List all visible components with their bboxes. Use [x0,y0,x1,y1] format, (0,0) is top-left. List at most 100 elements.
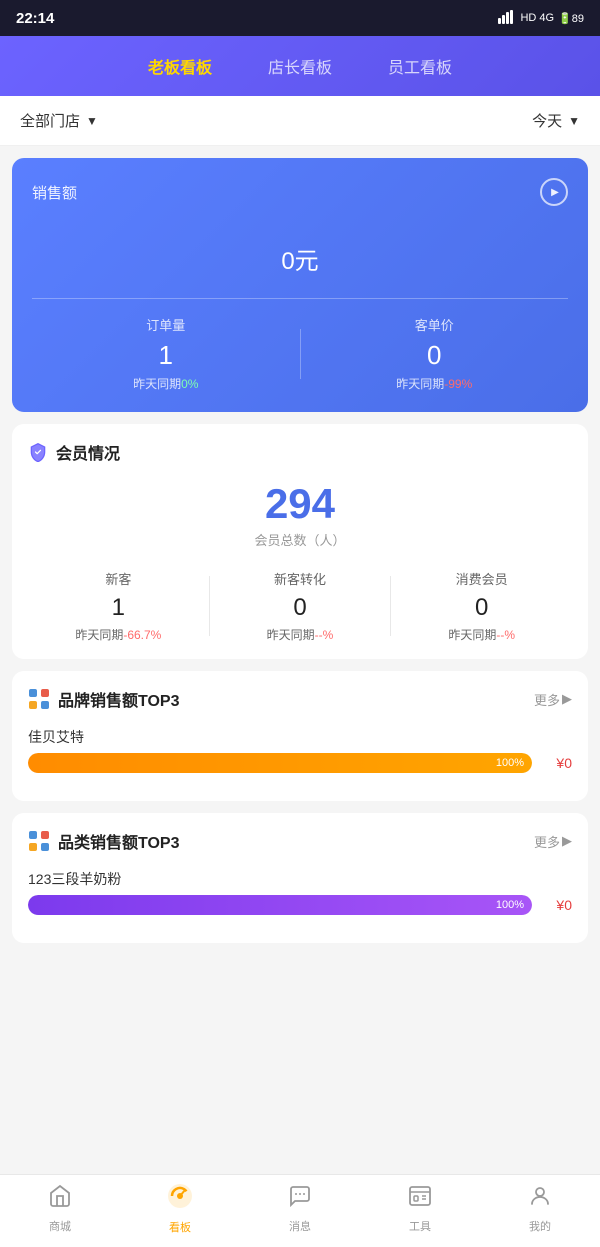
category-header: 品类销售额TOP3 更多 ▶ [28,829,572,853]
shop-icon [48,1184,72,1214]
nav-message[interactable]: 消息 [240,1184,360,1234]
brand-more-label: 更多 [534,690,560,709]
ncc-compare-label: 昨天同期 [267,628,315,642]
brand-more-button[interactable]: 更多 ▶ [534,690,572,709]
sales-card-header: 销售额 [32,178,568,206]
avg-price-compare: 昨天同期-99% [301,375,569,392]
store-filter[interactable]: 全部门店 ▼ [20,110,98,131]
nav-tools[interactable]: 工具 [360,1184,480,1234]
brand-grid-icon [28,688,50,710]
nav-shop[interactable]: 商城 [0,1184,120,1234]
member-header: 会员情况 [28,440,572,464]
nav-mine-label: 我的 [529,1218,551,1234]
category-pct-0: 100% [496,899,524,911]
dashboard-icon [167,1183,193,1215]
brand-top3-section: 品牌销售额TOP3 更多 ▶ 佳贝艾特 100% ¥0 [12,671,588,801]
store-arrow-icon: ▼ [86,114,98,128]
new-customer-value: 1 [28,594,209,622]
mine-icon [528,1184,552,1214]
new-customer-label: 新客 [28,569,209,588]
nav-shop-label: 商城 [49,1218,71,1234]
member-section: 会员情况 294 会员总数（人） 新客 1 昨天同期-66.7% 新客转化 0 … [12,424,588,659]
brand-bar-row-0: 100% ¥0 [28,753,572,773]
sales-card: 销售额 0元 订单量 1 昨天同期0% 客单价 0 昨天同期-99% [12,158,588,412]
ncc-value: 0 [210,594,391,622]
consumer-member-stat: 消费会员 0 昨天同期--% [391,569,572,643]
tab-manager[interactable]: 店长看板 [260,50,340,82]
nc-compare-pct: -66.7% [123,628,161,642]
time-label: 今天 [532,110,562,131]
brand-bar-bg-0: 100% [28,753,532,773]
tab-staff[interactable]: 员工看板 [380,50,460,82]
category-bar-fill-0: 100% [28,895,532,915]
member-total-label: 会员总数（人） [28,530,572,549]
tools-icon [408,1184,432,1214]
time-filter[interactable]: 今天 ▼ [532,110,580,131]
cm-compare-pct: --% [496,628,515,642]
category-name-0: 123三段羊奶粉 [28,869,572,889]
avg-price-stat: 客单价 0 昨天同期-99% [301,315,569,392]
nav-mine[interactable]: 我的 [480,1184,600,1234]
status-time: 22:14 [16,10,54,27]
category-top3-section: 品类销售额TOP3 更多 ▶ 123三段羊奶粉 100% ¥0 [12,813,588,943]
category-grid-icon [28,830,50,852]
cm-value: 0 [391,594,572,622]
sales-value: 0 [281,248,294,275]
brand-name-0: 佳贝艾特 [28,727,572,747]
main-content: 销售额 0元 订单量 1 昨天同期0% 客单价 0 昨天同期-99% [0,146,600,1035]
ncc-compare-pct: --% [315,628,334,642]
header-tabs: 老板看板 店长看板 员工看板 [0,36,600,96]
avg-compare-label: 昨天同期 [396,377,444,391]
category-more-label: 更多 [534,832,560,851]
ncc-compare: 昨天同期--% [210,626,391,643]
cm-compare-label: 昨天同期 [448,628,496,642]
network-label: HD 4G [520,12,554,24]
category-bar-bg-0: 100% [28,895,532,915]
category-more-button[interactable]: 更多 ▶ [534,832,572,851]
avg-price-label: 客单价 [301,315,569,334]
new-customer-conversion-stat: 新客转化 0 昨天同期--% [210,569,391,643]
sales-unit: 元 [295,248,319,275]
order-count-stat: 订单量 1 昨天同期0% [32,315,300,392]
member-total: 294 [28,480,572,528]
nav-dashboard[interactable]: 看板 [120,1183,240,1235]
category-bar-row-0: 100% ¥0 [28,895,572,915]
brand-item-0: 佳贝艾特 100% ¥0 [28,727,572,773]
order-compare-label: 昨天同期 [133,377,181,391]
new-customer-compare: 昨天同期-66.7% [28,626,209,643]
status-icons: HD 4G 🔋89 [498,10,584,27]
order-count-value: 1 [32,340,300,371]
category-price-0: ¥0 [542,897,572,913]
category-item-0: 123三段羊奶粉 100% ¥0 [28,869,572,915]
cm-compare: 昨天同期--% [391,626,572,643]
avg-price-value: 0 [301,340,569,371]
tab-boss[interactable]: 老板看板 [140,50,220,82]
play-button[interactable] [540,178,568,206]
sales-title-text: 销售额 [32,182,77,203]
category-title: 品类销售额TOP3 [58,829,180,853]
brand-title: 品牌销售额TOP3 [58,687,180,711]
time-arrow-icon: ▼ [568,114,580,128]
sales-divider [32,298,568,299]
sales-amount: 0元 [32,222,568,282]
avg-compare-pct: -99% [444,377,472,391]
brand-header: 品牌销售额TOP3 更多 ▶ [28,687,572,711]
bottom-nav: 商城 看板 消息 [0,1174,600,1247]
category-more-arrow: ▶ [562,833,572,849]
nav-dashboard-label: 看板 [169,1219,191,1235]
cm-label: 消费会员 [391,569,572,588]
message-icon [288,1184,312,1214]
battery-icon: 🔋89 [558,12,584,25]
ncc-label: 新客转化 [210,569,391,588]
filter-bar: 全部门店 ▼ 今天 ▼ [0,96,600,146]
new-customer-stat: 新客 1 昨天同期-66.7% [28,569,209,643]
sales-stats: 订单量 1 昨天同期0% 客单价 0 昨天同期-99% [32,315,568,392]
store-label: 全部门店 [20,110,80,131]
member-count: 294 会员总数（人） [28,480,572,549]
brand-pct-0: 100% [496,757,524,769]
order-compare-pct: 0% [181,377,198,391]
status-bar: 22:14 HD 4G 🔋89 [0,0,600,36]
order-count-label: 订单量 [32,315,300,334]
shield-icon [28,442,48,462]
signal-icon [498,10,516,27]
